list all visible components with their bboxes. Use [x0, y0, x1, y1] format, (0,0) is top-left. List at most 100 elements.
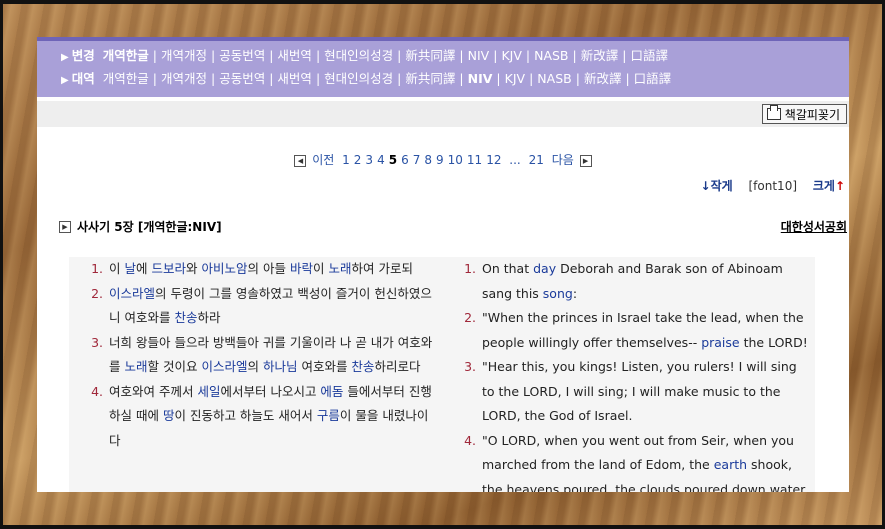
- font-bigger-button[interactable]: 크게↑: [813, 179, 845, 193]
- dictionary-link[interactable]: 땅: [163, 408, 175, 423]
- dictionary-link[interactable]: 세일: [197, 384, 220, 399]
- verse-number: 4.: [464, 432, 476, 448]
- page-link[interactable]: 7: [413, 153, 421, 167]
- font-smaller-button[interactable]: ↓작게: [701, 179, 733, 193]
- ellipsis: ...: [509, 153, 521, 167]
- version-link[interactable]: 개역한글: [103, 71, 149, 86]
- version-row-change: ▶ 변경 개역한글 | 개역개정 | 공동번역 | 새번역 | 현대인의성경 | 新共同譯 | NIV | KJ…: [61, 45, 849, 68]
- dictionary-link[interactable]: 에돔: [320, 384, 343, 399]
- page-link[interactable]: 11: [467, 153, 482, 167]
- verse-number: 1.: [91, 261, 103, 276]
- page-link[interactable]: 4: [377, 153, 385, 167]
- page-link-last[interactable]: 21: [529, 153, 544, 167]
- separator: |: [397, 71, 402, 86]
- version-link[interactable]: 口語譯: [630, 48, 668, 63]
- verse-number: 2.: [91, 285, 103, 301]
- pagination: ◀ 이전 1 2 3 4 5 6 7 8 9 10 11 12 ... 21 다음 ▶: [37, 151, 849, 168]
- version-link[interactable]: NIV: [468, 71, 493, 86]
- separator: |: [210, 71, 216, 86]
- dictionary-link[interactable]: 바락: [290, 261, 313, 276]
- version-link[interactable]: 新改譯: [581, 48, 619, 63]
- page-link[interactable]: 2: [354, 153, 362, 167]
- version-link[interactable]: 개역개정: [161, 48, 207, 63]
- publisher-link[interactable]: 대한성서공회: [781, 218, 847, 235]
- version-link[interactable]: NASB: [537, 71, 571, 86]
- bible-page: ▶ 변경 개역한글 | 개역개정 | 공동번역 | 새번역 | 현대인의성경 | 新共同譯 | NIV | KJ…: [37, 37, 849, 492]
- version-link[interactable]: 개역개정: [161, 71, 207, 86]
- verse-number: 1.: [464, 261, 476, 276]
- separator: |: [459, 71, 464, 86]
- verse-row: 4. 여호와여 주께서 세일에서부터 나오시고 에돔 들에서부터 진행하실 때에 …: [89, 380, 439, 454]
- version-link[interactable]: 口語譯: [634, 71, 672, 86]
- verse-row: 2. 이스라엘의 두령이 그를 영솔하였고 백성이 즐거이 헌신하였으니 여호와를…: [89, 282, 439, 331]
- separator: |: [152, 48, 157, 63]
- dictionary-link[interactable]: song: [543, 286, 573, 301]
- separator: |: [622, 48, 627, 63]
- verse-text: "Hear this, you kings! Listen, you ruler…: [482, 359, 797, 423]
- version-link[interactable]: KJV: [501, 48, 521, 63]
- verse-number: 3.: [464, 359, 476, 374]
- dictionary-link[interactable]: 날: [124, 261, 136, 276]
- page-link[interactable]: 10: [448, 153, 463, 167]
- dictionary-link[interactable]: 노래: [124, 359, 147, 374]
- version-link[interactable]: 현대인의성경: [324, 48, 393, 63]
- separator: |: [572, 48, 577, 63]
- dictionary-link[interactable]: 찬송: [351, 359, 374, 374]
- font-current-size: [font10]: [748, 179, 798, 193]
- version-link[interactable]: 공동번역: [219, 71, 265, 86]
- version-link[interactable]: 개역한글: [103, 48, 149, 63]
- version-link[interactable]: NASB: [534, 48, 568, 63]
- verse-text: 여호와여 주께서 세일에서부터 나오시고 에돔 들에서부터 진행하실 때에 땅이…: [109, 383, 432, 448]
- window-frame-left: [0, 0, 3, 529]
- separator: |: [152, 71, 157, 86]
- dictionary-link[interactable]: 아비노암: [201, 261, 247, 276]
- dictionary-link[interactable]: 찬송: [174, 310, 197, 325]
- version-link[interactable]: 新改譯: [584, 71, 622, 86]
- separator: |: [493, 48, 498, 63]
- version-row-parallel: ▶ 대역 개역한글 | 개역개정 | 공동번역 | 새번역 | 현대인의성경 | 新共同譯 | NIV | KJ…: [61, 68, 849, 91]
- dictionary-link[interactable]: day: [533, 261, 556, 276]
- triangle-right-icon: ▶: [61, 52, 69, 63]
- version-link[interactable]: 현대인의성경: [324, 71, 393, 86]
- page-link[interactable]: 8: [424, 153, 432, 167]
- separator: |: [315, 71, 321, 86]
- page-link[interactable]: 3: [365, 153, 373, 167]
- verse-row: 3. 너희 왕들아 들으라 방백들아 귀를 기울이라 나 곧 내가 여호와를 노래…: [89, 331, 439, 380]
- window-frame-top: [0, 0, 885, 4]
- verse-text: 이스라엘의 두령이 그를 영솔하였고 백성이 즐거이 헌신하였으니 여호와를 찬…: [109, 285, 432, 326]
- version-row-label: 대역: [71, 71, 95, 86]
- prev-arrow-icon[interactable]: ◀: [294, 154, 307, 167]
- dictionary-link[interactable]: 하나님: [263, 359, 298, 374]
- version-link[interactable]: 공동번역: [219, 48, 265, 63]
- bookmark-icon: [766, 105, 781, 120]
- prev-page-link[interactable]: 이전: [312, 153, 334, 167]
- page-link[interactable]: 6: [401, 153, 409, 167]
- separator: |: [575, 71, 580, 86]
- dictionary-link[interactable]: 노래: [328, 261, 351, 276]
- version-link[interactable]: KJV: [505, 71, 525, 86]
- page-link[interactable]: 9: [436, 153, 444, 167]
- dictionary-link[interactable]: earth: [714, 457, 747, 472]
- page-link[interactable]: 1: [342, 153, 350, 167]
- next-page-link[interactable]: 다음: [552, 153, 574, 167]
- version-link[interactable]: NIV: [468, 48, 490, 63]
- version-link[interactable]: 새번역: [277, 48, 312, 63]
- dictionary-link[interactable]: praise: [701, 335, 739, 350]
- version-row-label: 변경: [71, 48, 95, 63]
- dictionary-link[interactable]: 이스라엘: [109, 286, 155, 301]
- verse-text: 너희 왕들아 들으라 방백들아 귀를 기울이라 나 곧 내가 여호와를 노래할 …: [109, 334, 433, 375]
- verse-text: "O LORD, when you went out from Seir, wh…: [482, 432, 809, 493]
- dictionary-link[interactable]: 구름: [317, 408, 340, 423]
- version-link[interactable]: 새번역: [277, 71, 312, 86]
- version-link[interactable]: 新共同譯: [405, 71, 455, 86]
- dictionary-link[interactable]: 이스라엘: [201, 359, 247, 374]
- next-arrow-icon[interactable]: ▶: [579, 154, 592, 167]
- korean-column: 1. 이 날에 드보라와 아비노암의 아들 바락이 노래하여 가로되 2. 이스라엘의…: [89, 257, 439, 453]
- toolbar: 책갈피꽂기: [37, 101, 849, 127]
- bookmark-button[interactable]: 책갈피꽂기: [761, 104, 847, 124]
- verse-row: 3. "Hear this, you kings! Listen, you rul…: [462, 355, 812, 429]
- page-link[interactable]: 5: [389, 153, 397, 167]
- version-link[interactable]: 新共同譯: [405, 48, 455, 63]
- page-link[interactable]: 12: [486, 153, 501, 167]
- dictionary-link[interactable]: 드보라: [151, 261, 186, 276]
